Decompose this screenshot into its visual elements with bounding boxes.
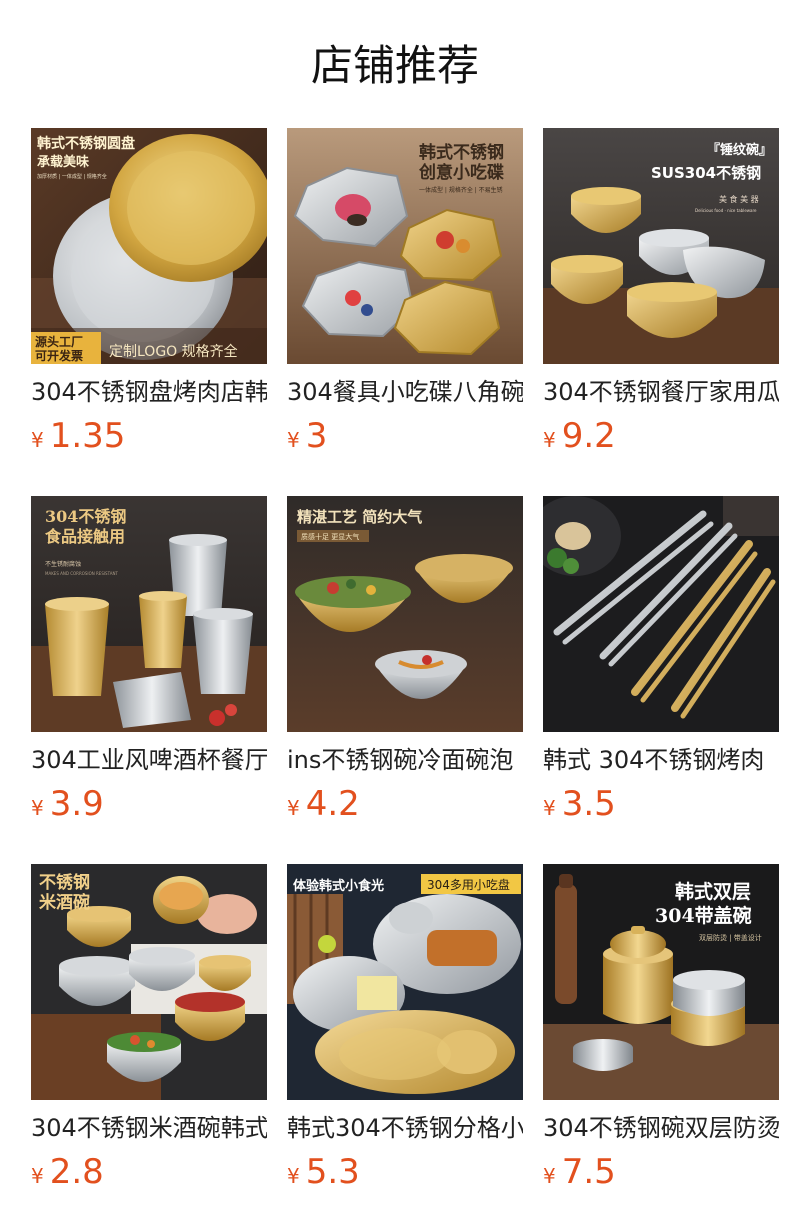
currency-symbol: ¥ [543,1164,556,1188]
currency-symbol: ¥ [287,796,300,820]
product-card-plates[interactable]: 韩式不锈钢圆盘 承载美味 加厚材质 | 一体成型 | 规格齐全 源头工厂 可开发… [31,128,267,462]
overlay-text: 304不锈钢 [45,507,126,526]
product-image[interactable]: 韩式双层 304带盖碗 双层防烫 | 带盖设计 [543,864,779,1100]
product-name[interactable]: 304不锈钢盘烤肉店韩 [31,376,267,408]
product-price: ¥3 [287,416,523,462]
product-image[interactable]: 精湛工艺 简约大气 质感十足 更显大气 [287,496,523,732]
overlay-text: 304带盖碗 [655,904,752,927]
overlay-text: Delicious food · nice tableware [695,208,757,213]
overlay-text: 一体成型 | 规格齐全 | 不易生锈 [419,186,503,194]
product-card-hammered-bowls[interactable]: 『锤纹碗』 SUS304不锈钢 美 食 美 器 Delicious food ·… [543,128,779,462]
price-value: 3.9 [49,784,104,824]
product-name[interactable]: ins不锈钢碗冷面碗泡 [287,744,523,776]
overlay-text: 定制LOGO 规格齐全 [109,343,238,360]
currency-symbol: ¥ [543,428,556,452]
product-name[interactable]: 韩式304不锈钢分格小 [287,1112,523,1144]
page-title: 店铺推荐 [310,41,479,90]
price-value: 3 [305,416,328,456]
overlay-text: 不锈钢 [39,872,90,893]
product-price: ¥3.5 [543,784,779,830]
overlay-text: 不生锈耐腐蚀 [45,560,81,568]
product-price: ¥3.9 [31,784,267,830]
product-name[interactable]: 304不锈钢餐厅家用瓜 [543,376,779,408]
overlay-text: 源头工厂 [35,334,83,349]
product-name[interactable]: 304餐具小吃碟八角碗 [287,376,523,408]
overlay-text: 质感十足 更显大气 [301,532,359,541]
currency-symbol: ¥ [543,796,556,820]
product-card-salad-bowls[interactable]: 精湛工艺 简约大气 质感十足 更显大气 ins不锈钢碗冷面碗泡 ¥4.2 [287,496,523,830]
overlay-text: 体验韩式小食光 [293,878,384,894]
overlay-text: 米酒碗 [39,892,90,913]
product-image[interactable]: 韩式不锈钢圆盘 承载美味 加厚材质 | 一体成型 | 规格齐全 源头工厂 可开发… [31,128,267,364]
product-name[interactable]: 韩式 304不锈钢烤肉 [543,744,779,776]
overlay-text: 双层防烫 | 带盖设计 [699,933,762,942]
overlay-text: 创意小吃碟 [418,162,504,183]
overlay-text: 承载美味 [37,154,89,170]
overlay-text: 韩式不锈钢 [419,142,504,163]
currency-symbol: ¥ [287,1164,300,1188]
product-image[interactable] [543,496,779,732]
price-value: 7.5 [561,1152,616,1192]
price-value: 2.8 [49,1152,104,1192]
price-value: 4.2 [305,784,360,824]
product-name[interactable]: 304不锈钢碗双层防烫 [543,1112,779,1144]
price-value: 1.35 [49,416,126,456]
currency-symbol: ¥ [31,796,44,820]
product-image[interactable]: 不锈钢 米酒碗 [31,864,267,1100]
product-name[interactable]: 304工业风啤酒杯餐厅 [31,744,267,776]
overlay-text: MAKES AND CORROSION RESISTANT [45,571,118,576]
product-card-snack-dishes[interactable]: 韩式不锈钢 创意小吃碟 一体成型 | 规格齐全 | 不易生锈 304餐具小吃碟八… [287,128,523,462]
overlay-text: 韩式双层 [675,880,751,903]
currency-symbol: ¥ [31,428,44,452]
product-price: ¥5.3 [287,1152,523,1198]
overlay-text: 可开发票 [35,348,83,363]
price-value: 3.5 [561,784,616,824]
overlay-text: 304多用小吃盘 [427,877,510,892]
overlay-text: 美 食 美 器 [719,194,759,204]
currency-symbol: ¥ [287,428,300,452]
product-price: ¥7.5 [543,1152,779,1198]
product-card-divided-plates[interactable]: 体验韩式小食光 304多用小吃盘 韩式304不锈钢分格小 ¥5.3 [287,864,523,1198]
product-price: ¥2.8 [31,1152,267,1198]
overlay-text: 韩式不锈钢圆盘 [37,135,135,152]
product-card-lidded-bowls[interactable]: 韩式双层 304带盖碗 双层防烫 | 带盖设计 304不锈钢碗双层防烫 ¥7.5 [543,864,779,1198]
product-price: ¥4.2 [287,784,523,830]
price-value: 5.3 [305,1152,360,1192]
overlay-text: 加厚材质 | 一体成型 | 规格齐全 [37,173,107,180]
product-card-bbq-tongs[interactable]: 韩式 304不锈钢烤肉 ¥3.5 [543,496,779,830]
product-image[interactable]: 体验韩式小食光 304多用小吃盘 [287,864,523,1100]
product-card-rice-wine-bowls[interactable]: 不锈钢 米酒碗 304不锈钢米酒碗韩式 ¥2.8 [31,864,267,1198]
product-image[interactable]: 『锤纹碗』 SUS304不锈钢 美 食 美 器 Delicious food ·… [543,128,779,364]
price-value: 9.2 [561,416,616,456]
overlay-text: 食品接触用 [44,527,125,546]
currency-symbol: ¥ [31,1164,44,1188]
overlay-text: 『锤纹碗』 [707,142,772,158]
product-image[interactable]: 韩式不锈钢 创意小吃碟 一体成型 | 规格齐全 | 不易生锈 [287,128,523,364]
overlay-text: SUS304不锈钢 [651,164,761,182]
product-name[interactable]: 304不锈钢米酒碗韩式 [31,1112,267,1144]
product-price: ¥9.2 [543,416,779,462]
overlay-text: 精湛工艺 简约大气 [297,508,422,526]
product-price: ¥1.35 [31,416,267,462]
product-card-beer-cups[interactable]: 304不锈钢 食品接触用 不生锈耐腐蚀 MAKES AND CORROSION … [31,496,267,830]
product-image[interactable]: 304不锈钢 食品接触用 不生锈耐腐蚀 MAKES AND CORROSION … [31,496,267,732]
